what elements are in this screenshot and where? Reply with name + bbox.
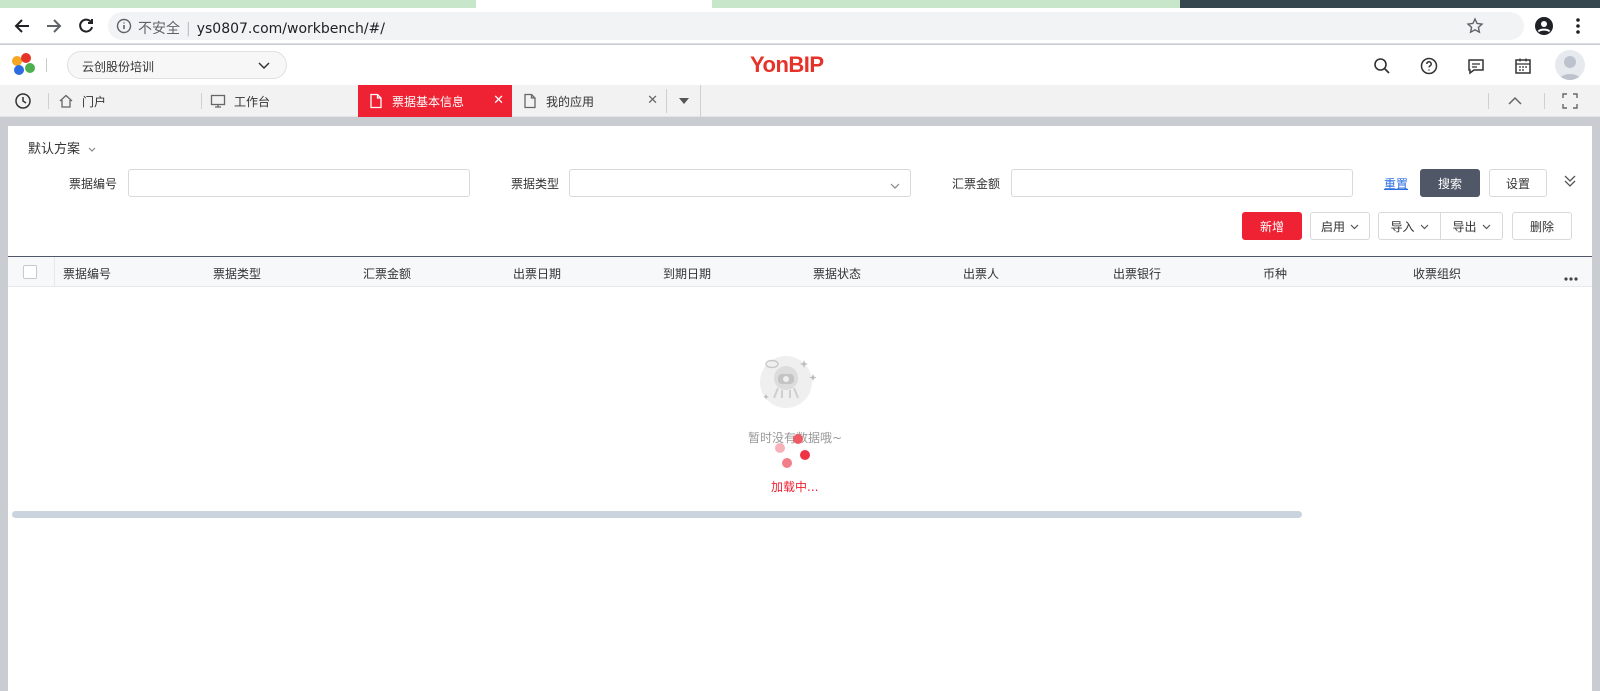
export-label: 导出 (1452, 219, 1477, 234)
chevron-down-icon (258, 60, 270, 74)
app-header: 云创股份培训 YonBIP (0, 45, 1600, 85)
close-icon[interactable]: ✕ (493, 93, 504, 108)
loading-spinner (766, 434, 816, 474)
calendar-icon[interactable] (1512, 55, 1534, 77)
brand-logo: YonBIP (750, 52, 824, 77)
help-icon[interactable] (1418, 55, 1440, 77)
import-label: 导入 (1390, 219, 1415, 234)
close-icon[interactable]: ✕ (647, 93, 658, 108)
tab-label: 门户 (82, 94, 107, 109)
column-header[interactable]: 票据编号 (63, 265, 111, 282)
filter-label: 汇票金额 (952, 177, 1001, 191)
chevron-down-icon (1482, 219, 1491, 233)
search-icon[interactable] (1371, 55, 1393, 77)
document-icon (522, 93, 538, 109)
caret-down-icon (678, 98, 689, 104)
home-icon (58, 93, 74, 109)
workbench-tabbar: 门户 工作台 票据基本信息 ✕ 我的应用 ✕ (0, 85, 1600, 117)
tab-portal[interactable]: 门户 (58, 85, 198, 117)
column-header[interactable]: 汇票金额 (363, 265, 411, 282)
browser-tab-active[interactable] (476, 0, 712, 8)
address-bar[interactable]: 不安全 | ys0807.com/workbench/#/ (108, 12, 1524, 40)
settings-button[interactable]: 设置 (1489, 169, 1547, 197)
column-header[interactable]: 币种 (1263, 265, 1287, 282)
tab-label: 工作台 (234, 94, 271, 109)
browser-toolbar: 不安全 | ys0807.com/workbench/#/ (0, 8, 1600, 44)
chevron-down-icon (88, 142, 96, 157)
column-header[interactable]: 票据类型 (213, 265, 261, 282)
chevron-down-icon (890, 179, 900, 193)
app-logo[interactable] (12, 53, 38, 77)
chevron-down-icon (1350, 219, 1359, 233)
filter-label: 票据编号 (69, 177, 118, 191)
info-icon[interactable] (116, 18, 132, 34)
more-icon[interactable] (1564, 270, 1578, 284)
browser-menu-icon[interactable] (1566, 14, 1590, 38)
browser-tab[interactable] (1180, 0, 1600, 8)
chevron-down-icon (1420, 219, 1429, 233)
browser-tab[interactable] (712, 0, 1180, 8)
enable-dropdown[interactable]: 启用 (1310, 212, 1370, 240)
horizontal-scrollbar[interactable] (12, 511, 1302, 518)
tab-label: 我的应用 (546, 94, 595, 109)
filter-label: 票据类型 (511, 177, 560, 191)
column-header[interactable]: 出票日期 (513, 265, 561, 282)
tab-divider (201, 93, 202, 109)
security-label: 不安全 (138, 21, 180, 37)
tab-divider (48, 93, 49, 109)
column-header[interactable]: 到期日期 (663, 265, 711, 282)
tab-bill-info[interactable]: 票据基本信息 ✕ (358, 85, 512, 117)
expand-filter-icon[interactable] (1564, 174, 1576, 191)
bookmark-star-icon[interactable] (1466, 17, 1484, 35)
column-header[interactable]: 收票组织 (1413, 265, 1461, 282)
select-all-checkbox[interactable] (23, 265, 37, 279)
collapse-icon[interactable] (1508, 85, 1526, 117)
browser-tab-strip (0, 0, 1600, 8)
tab-divider (1488, 93, 1489, 109)
import-dropdown[interactable]: 导入 (1378, 212, 1441, 240)
loading-message: 加载中... (771, 480, 819, 494)
tenant-label: 云创股份培训 (82, 60, 155, 74)
bill-number-input[interactable] (128, 169, 470, 197)
tab-divider (1544, 93, 1545, 109)
scheme-selector[interactable]: 默认方案 (28, 138, 96, 157)
column-header[interactable]: 出票银行 (1113, 265, 1161, 282)
back-icon[interactable] (10, 14, 34, 38)
avatar[interactable] (1555, 50, 1585, 80)
tab-label: 票据基本信息 (392, 94, 465, 109)
table-header: 票据编号 票据类型 汇票金额 出票日期 到期日期 票据状态 出票人 出票银行 币… (8, 257, 1592, 287)
profile-icon[interactable] (1532, 14, 1556, 38)
enable-label: 启用 (1320, 219, 1345, 234)
message-icon[interactable] (1465, 55, 1487, 77)
tab-overflow-dropdown[interactable] (667, 85, 701, 117)
forward-icon[interactable] (42, 14, 66, 38)
delete-button[interactable]: 删除 (1512, 212, 1572, 240)
tab-workbench[interactable]: 工作台 (210, 85, 350, 117)
url-text: ys0807.com/workbench/#/ (196, 21, 385, 37)
monitor-icon (210, 93, 226, 109)
column-header[interactable]: 出票人 (963, 265, 999, 282)
header-divider (46, 58, 47, 72)
column-header[interactable]: 票据状态 (813, 265, 861, 282)
fullscreen-icon[interactable] (1562, 85, 1580, 117)
history-icon[interactable] (14, 85, 38, 117)
content-card: 默认方案 票据编号 票据类型 汇票金额 重置 搜索 设置 新增 启用 导入 导出… (8, 126, 1592, 691)
scheme-label: 默认方案 (28, 142, 81, 157)
add-button[interactable]: 新增 (1242, 212, 1302, 240)
bill-type-select[interactable] (569, 169, 911, 197)
column-divider (54, 257, 55, 287)
document-icon (368, 93, 384, 109)
reload-icon[interactable] (74, 14, 98, 38)
reset-link[interactable]: 重置 (1384, 175, 1408, 192)
export-dropdown[interactable]: 导出 (1440, 212, 1503, 240)
search-button[interactable]: 搜索 (1420, 169, 1480, 197)
tab-my-apps[interactable]: 我的应用 ✕ (512, 85, 666, 117)
tenant-selector[interactable]: 云创股份培训 (67, 51, 287, 79)
empty-illustration (760, 354, 820, 414)
browser-tab[interactable] (0, 0, 476, 8)
amount-input[interactable] (1011, 169, 1353, 197)
